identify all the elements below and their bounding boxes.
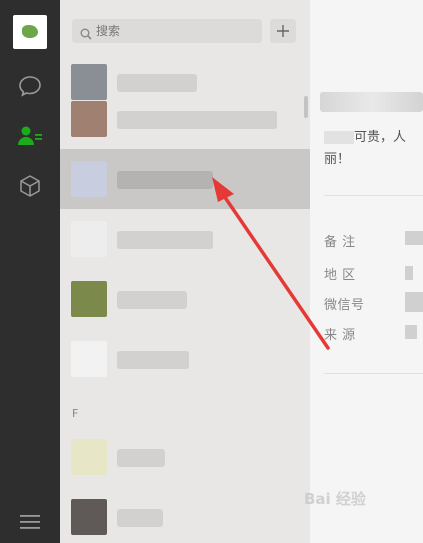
watermark: Bai 经验 [304, 490, 366, 508]
field-source-value [405, 325, 417, 339]
contact-list: F [60, 0, 310, 543]
contact-name-redacted [117, 509, 163, 527]
contact-row[interactable] [60, 269, 310, 329]
contact-row[interactable] [60, 427, 310, 487]
contact-name-redacted [117, 291, 187, 309]
search-input[interactable] [96, 19, 256, 43]
contact-detail: 可贵，人 丽！ 备 注 地 区 微信号 来 源 [310, 0, 423, 543]
field-wechat-id-value [405, 292, 423, 312]
wechat-window: F 可贵，人 丽！ 备 注 地 区 微信号 来 源 Bai 经验 [0, 0, 423, 543]
contact-name-redacted [117, 449, 165, 467]
contact-name-redacted [320, 92, 423, 112]
mini-programs-icon[interactable] [16, 172, 44, 200]
contact-name-redacted [117, 351, 189, 369]
contacts-icon[interactable] [16, 122, 44, 150]
contact-row[interactable] [60, 209, 310, 269]
scrollbar[interactable] [304, 96, 308, 118]
divider [324, 195, 423, 196]
signature-line-1: 可贵，人 [354, 130, 407, 145]
field-remark-value [405, 231, 423, 245]
search-box[interactable] [72, 19, 262, 43]
contact-name-redacted [117, 171, 213, 189]
add-contact-button[interactable] [270, 19, 296, 43]
contact-avatar [71, 439, 107, 475]
contact-row-selected[interactable] [60, 149, 310, 209]
contact-avatar [71, 499, 107, 535]
contact-row[interactable] [60, 487, 310, 543]
signature-line-2: 丽！ [324, 152, 351, 167]
contact-row[interactable] [60, 329, 310, 389]
divider [324, 373, 423, 374]
menu-icon[interactable] [20, 514, 40, 529]
contact-name-redacted [117, 231, 213, 249]
chat-icon[interactable] [16, 72, 44, 100]
field-source-label: 来 源 [324, 328, 356, 343]
contact-avatar [71, 161, 107, 197]
field-remark-label: 备 注 [324, 235, 356, 250]
field-region-label: 地 区 [324, 268, 356, 283]
contact-avatar [71, 281, 107, 317]
search-icon [80, 25, 92, 40]
nav-rail [0, 0, 60, 543]
my-avatar[interactable] [13, 15, 47, 49]
contact-avatar [71, 101, 107, 137]
contact-avatar [71, 221, 107, 257]
contact-avatar [71, 341, 107, 377]
plus-icon [277, 25, 289, 37]
signature: 可贵，人 丽！ [324, 127, 423, 171]
field-region-value [405, 266, 413, 280]
field-wechat-id-label: 微信号 [324, 298, 365, 313]
contact-row[interactable] [60, 89, 310, 149]
contact-name-redacted [117, 111, 277, 129]
section-letter: F [72, 407, 79, 420]
